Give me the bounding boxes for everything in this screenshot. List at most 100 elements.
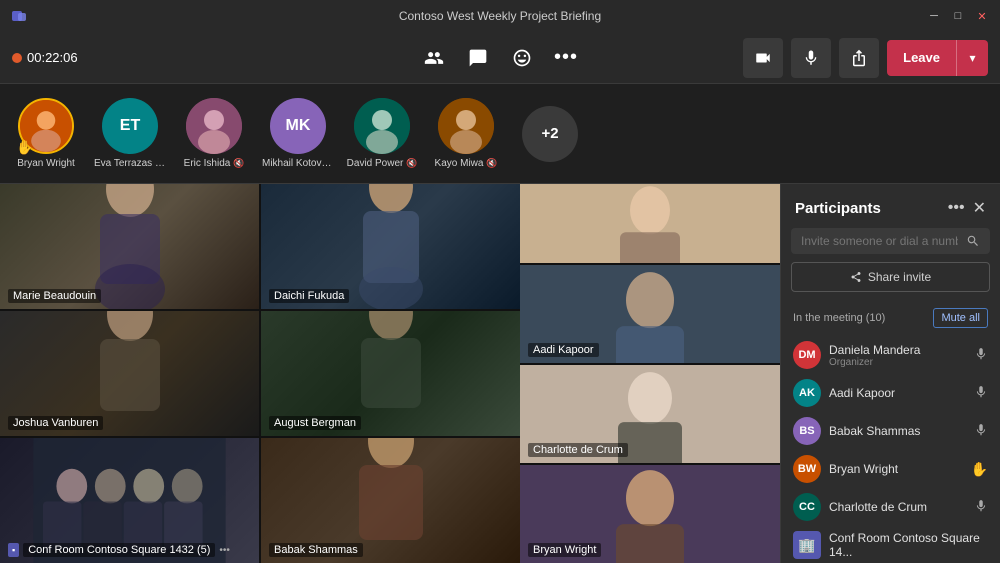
- video-label-august: August Bergman: [269, 416, 361, 430]
- overflow-button[interactable]: +2: [522, 106, 578, 162]
- video-label-confroom: Conf Room Contoso Square 1432 (5): [23, 543, 215, 557]
- strip-participant-kayo[interactable]: Kayo Miwa 🔇: [430, 98, 502, 169]
- panel-title: Participants: [795, 200, 881, 217]
- participant-info-charlotte: Charlotte de Crum: [829, 500, 966, 514]
- avatar-eric: [186, 98, 242, 154]
- participant-name-babak: Babak Shammas: [829, 424, 966, 438]
- panel-close-icon[interactable]: ✕: [973, 198, 986, 218]
- featured-panel: Aadi Kapoor Charlotte de Crum Bryan Wrig…: [520, 184, 780, 563]
- participant-row-bryan-panel[interactable]: BW Bryan Wright ✋: [781, 450, 1000, 488]
- featured-cell-top: [520, 184, 780, 263]
- avatar-aadi: AK: [793, 379, 821, 407]
- participant-row-charlotte[interactable]: CC Charlotte de Crum: [781, 488, 1000, 526]
- video-label-aadi-featured: Aadi Kapoor: [528, 343, 599, 357]
- participant-info-aadi: Aadi Kapoor: [829, 386, 966, 400]
- strip-participant-david[interactable]: David Power 🔇: [346, 98, 418, 169]
- people-icon-btn[interactable]: [414, 38, 454, 78]
- participant-info-babak: Babak Shammas: [829, 424, 966, 438]
- strip-name-bryan: Bryan Wright: [17, 158, 75, 169]
- strip-participant-eva[interactable]: ET Eva Terrazas 🔇: [94, 98, 166, 169]
- video-cell-marie: Marie Beaudouin: [0, 184, 259, 309]
- leave-label[interactable]: Leave: [887, 40, 956, 76]
- mute-all-button[interactable]: Mute all: [933, 308, 988, 328]
- video-label-marie: Marie Beaudouin: [8, 289, 101, 303]
- mic-icon-daniela: [974, 347, 988, 364]
- strip-name-eric: Eric Ishida 🔇: [184, 158, 245, 169]
- panel-more-icon[interactable]: •••: [948, 199, 965, 217]
- share-invite-icon: [850, 271, 862, 283]
- strip-name-eva: Eva Terrazas 🔇: [94, 158, 166, 169]
- mic-icon-babak: [974, 423, 988, 440]
- window-title: Contoso West Weekly Project Briefing: [399, 9, 601, 23]
- strip-participant-bryan[interactable]: ✋ Bryan Wright: [10, 98, 82, 169]
- mic-icon-charlotte: [974, 499, 988, 516]
- participant-row-daniela[interactable]: DM Daniela Mandera Organizer: [781, 336, 1000, 374]
- recording-indicator: 00:22:06: [12, 50, 78, 65]
- video-label-charlotte-featured: Charlotte de Crum: [528, 443, 628, 457]
- share-invite-button[interactable]: Share invite: [791, 262, 990, 292]
- participant-name-charlotte: Charlotte de Crum: [829, 500, 966, 514]
- participants-panel: Participants ••• ✕ Share invite In the m…: [780, 184, 1000, 563]
- strip-participant-eric[interactable]: Eric Ishida 🔇: [178, 98, 250, 169]
- featured-cell-bryan: Bryan Wright: [520, 465, 780, 563]
- video-label-babak: Babak Shammas: [269, 543, 363, 557]
- hand-icon-bryan: ✋: [971, 461, 988, 478]
- video-cell-joshua: Joshua Vanburen: [0, 311, 259, 436]
- video-label-joshua: Joshua Vanburen: [8, 416, 103, 430]
- participant-name-daniela: Daniela Mandera: [829, 343, 966, 357]
- strip-participant-mikhail[interactable]: MK Mikhail Kotov 🔇: [262, 98, 334, 169]
- strip-name-david: David Power 🔇: [347, 158, 418, 169]
- window-controls[interactable]: ─ □ ✕: [926, 8, 990, 24]
- participant-row-aadi[interactable]: AK Aadi Kapoor: [781, 374, 1000, 412]
- participant-role-daniela: Organizer: [829, 357, 966, 368]
- panel-actions: ••• ✕: [948, 198, 986, 218]
- minimize-button[interactable]: ─: [926, 8, 942, 24]
- video-label-daichi: Daichi Fukuda: [269, 289, 349, 303]
- participant-info-bryan: Bryan Wright: [829, 462, 963, 476]
- strip-overflow[interactable]: +2: [514, 106, 586, 162]
- in-meeting-header: In the meeting (10) Mute all: [781, 302, 1000, 334]
- participant-name-confroom: Conf Room Contoso Square 14...: [829, 531, 988, 559]
- participant-info-daniela: Daniela Mandera Organizer: [829, 343, 966, 368]
- featured-cell-aadi: Aadi Kapoor: [520, 265, 780, 363]
- toolbar-left: 00:22:06: [12, 50, 414, 65]
- toolbar-center: •••: [414, 38, 586, 78]
- participant-name-bryan-panel: Bryan Wright: [829, 462, 963, 476]
- participant-row-confroom[interactable]: 🏢 Conf Room Contoso Square 14...: [781, 526, 1000, 563]
- video-cell-confroom: ▪ Conf Room Contoso Square 1432 (5) •••: [0, 438, 259, 563]
- toolbar-right: Leave ▾: [586, 38, 988, 78]
- confroom-icon: 🏢: [793, 531, 821, 559]
- participant-name-aadi: Aadi Kapoor: [829, 386, 966, 400]
- share-button[interactable]: [839, 38, 879, 78]
- title-bar: Contoso West Weekly Project Briefing ─ □…: [0, 0, 1000, 32]
- leave-button[interactable]: Leave ▾: [887, 40, 988, 76]
- avatar-babak: BS: [793, 417, 821, 445]
- reactions-icon-btn[interactable]: [502, 38, 542, 78]
- maximize-button[interactable]: □: [950, 8, 966, 24]
- participant-row-babak[interactable]: BS Babak Shammas: [781, 412, 1000, 450]
- microphone-button[interactable]: [791, 38, 831, 78]
- camera-button[interactable]: [743, 38, 783, 78]
- search-icon: [966, 234, 980, 248]
- close-button[interactable]: ✕: [974, 8, 990, 24]
- search-input[interactable]: [801, 234, 958, 248]
- avatar-david: [354, 98, 410, 154]
- share-invite-label: Share invite: [868, 270, 931, 284]
- search-bar[interactable]: [791, 228, 990, 254]
- main-content: Marie Beaudouin Daichi Fukuda Joshua Van…: [0, 184, 1000, 563]
- toolbar: 00:22:06 ••• Leave ▾: [0, 32, 1000, 84]
- video-label-bryan-featured: Bryan Wright: [528, 543, 601, 557]
- avatar-bryan-panel: BW: [793, 455, 821, 483]
- avatar-mikhail: MK: [270, 98, 326, 154]
- video-cell-babak: Babak Shammas: [261, 438, 520, 563]
- leave-chevron-icon[interactable]: ▾: [956, 40, 988, 76]
- chat-icon-btn[interactable]: [458, 38, 498, 78]
- more-icon-btn[interactable]: •••: [546, 38, 586, 78]
- in-meeting-label: In the meeting (10): [793, 312, 885, 324]
- avatar-kayo: [438, 98, 494, 154]
- strip-name-kayo: Kayo Miwa 🔇: [435, 158, 498, 169]
- teams-logo: [10, 7, 28, 25]
- video-cell-daichi: Daichi Fukuda: [261, 184, 520, 309]
- recording-dot: [12, 53, 22, 63]
- participant-strip: ✋ Bryan Wright ET Eva Terrazas 🔇 Eric Is…: [0, 84, 1000, 184]
